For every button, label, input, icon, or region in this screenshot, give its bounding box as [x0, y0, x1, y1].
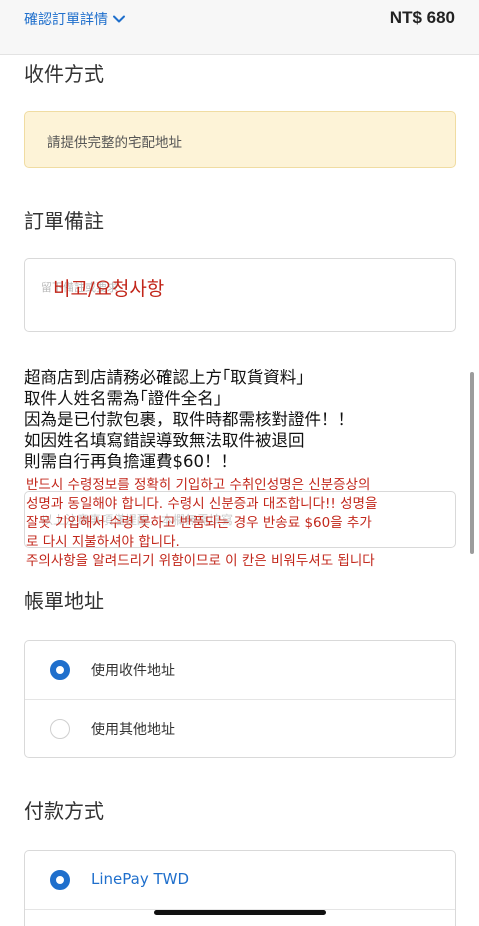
korean-notice-line: 성명과 동일해야 합니다. 수령시 신분증과 대조합니다!! 성명을 [26, 496, 378, 512]
notice-line: 如因姓名填寫錯誤導致無法取件被退回 [24, 431, 305, 450]
notice-line: 超商店到店請務必確認上方｢取貨資料」 [24, 368, 313, 387]
order-note-field[interactable]: 留下備註或要求 비고/요청사항 [24, 258, 456, 332]
notice-line: 因為是已付款包裹，取件時都需核對證件！！ [24, 410, 354, 429]
billing-option-label: 使用其他地址 [91, 722, 175, 738]
payment-option-label: LinePay TWD [91, 870, 190, 888]
korean-notice-line: 잘못 기입해서 수령 못하고 반품되는 경우 반송료 $60을 추가 [26, 515, 372, 531]
billing-option-other-address[interactable]: 使用其他地址 [25, 699, 455, 757]
order-summary-label[interactable]: 確認訂單詳情 [24, 9, 108, 29]
korean-notice-line: 주의사항을 알려드리기 위함이므로 이 칸은 비워두셔도 됩니다 [26, 553, 375, 569]
order-summary-toggle[interactable]: 確認訂單詳情 [24, 9, 126, 29]
payment-option-linepay[interactable]: LinePay TWD [25, 851, 455, 909]
store-pickup-notice: 超商店到店請務必確認上方｢取貨資料」 取件人姓名需為｢證件全名」 因為是已付款包… [24, 367, 464, 472]
payment-method-title: 付款方式 [24, 799, 104, 823]
order-summary-bar: 確認訂單詳情 NT$ 680 [0, 0, 479, 55]
order-total: NT$ 680 [389, 8, 455, 27]
shipping-warning-text: 請提供完整的宅配地址 [47, 135, 182, 151]
notice-line: 取件人姓名需為｢證件全名」 [24, 389, 231, 408]
korean-notice-annotation: 반드시 수령정보를 정확히 기입하고 수취인성명은 신분증상의 성명과 동일해야… [26, 476, 466, 571]
billing-address-options: 使用收件地址 使用其他地址 [24, 640, 456, 758]
shipping-method-title: 收件方式 [24, 62, 104, 86]
radio-selected-icon[interactable] [50, 660, 70, 680]
radio-selected-icon[interactable] [50, 870, 70, 890]
billing-option-label: 使用收件地址 [91, 663, 175, 679]
billing-address-title: 帳單地址 [24, 589, 104, 613]
radio-unselected-icon[interactable] [50, 719, 70, 739]
korean-notice-line: 반드시 수령정보를 정확히 기입하고 수취인성명은 신분증상의 [26, 477, 371, 493]
korean-notice-line: 로 다시 지불하셔야 합니다. [26, 534, 180, 550]
shipping-warning-banner: 請提供完整的宅配地址 [24, 111, 456, 168]
chevron-down-icon [113, 15, 125, 23]
order-note-korean-annotation: 비고/요청사항 [53, 278, 165, 300]
home-indicator [154, 910, 326, 915]
scrollbar[interactable] [470, 372, 474, 554]
billing-option-shipping-address[interactable]: 使用收件地址 [25, 641, 455, 699]
order-note-title: 訂單備註 [24, 209, 104, 233]
notice-line: 則需自行再負擔運費$60！！ [24, 452, 237, 471]
